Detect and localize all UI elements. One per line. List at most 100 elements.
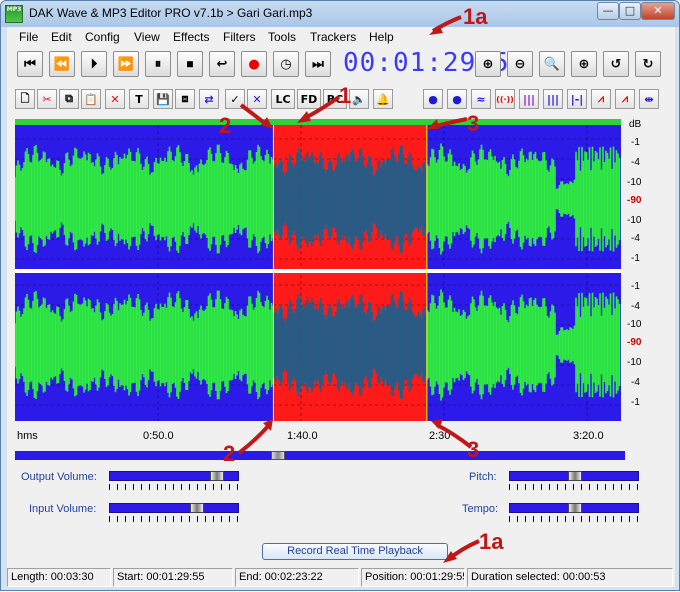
tempo-slider[interactable] [509, 503, 639, 513]
pause-button[interactable]: ⏸ [145, 51, 171, 77]
menu-trackers[interactable]: Trackers [310, 30, 356, 44]
output-volume-label: Output Volume: [21, 471, 97, 483]
output-volume-ticks [109, 484, 239, 490]
pitch-thumb[interactable] [568, 471, 582, 481]
menu-help[interactable]: Help [369, 30, 394, 44]
stop-button[interactable]: ⏹ [177, 51, 203, 77]
menu-view[interactable]: View [134, 30, 160, 44]
check-icon[interactable]: ✓ [225, 89, 245, 109]
time-axis: hms 0:50.0 1:40.0 2:30 3:20.0 [15, 430, 621, 444]
wave-icon[interactable]: ≈ [471, 89, 491, 109]
input-volume-ticks [109, 516, 239, 522]
cancel-icon[interactable]: ✕ [247, 89, 267, 109]
db-tick: -4 [631, 233, 640, 244]
cut-icon[interactable]: ✂ [37, 89, 57, 109]
annotation-label: 1 [339, 83, 352, 108]
status-length: Length: 00:03:30 [7, 568, 111, 587]
stretch-icon[interactable]: ⇹ [639, 89, 659, 109]
pitch-label: Pitch: [469, 471, 497, 483]
fade-out-icon[interactable]: ⩘ [615, 89, 635, 109]
title-bar[interactable]: MP3 DAK Wave & MP3 Editor PRO v7.1b > Ga… [1, 1, 679, 27]
timer-button[interactable]: ◷ [273, 51, 299, 77]
loop-play-button[interactable]: ↩ [209, 51, 235, 77]
output-volume-slider[interactable] [109, 471, 239, 481]
fast-forward-button[interactable]: ⏩ [113, 51, 139, 77]
waveform-display[interactable] [15, 119, 621, 421]
status-end: End: 00:02:23:22 [235, 568, 359, 587]
undo-icon[interactable]: ↺ [603, 51, 629, 77]
pitch-ticks [509, 484, 639, 490]
time-tick: 1:40.0 [287, 430, 318, 442]
menu-tools[interactable]: Tools [268, 30, 296, 44]
normalize-icon[interactable]: ||| [543, 89, 563, 109]
range-icon[interactable]: |-| [567, 89, 587, 109]
tempo-label: Tempo: [462, 503, 499, 515]
speaker-icon[interactable]: 🔈 [349, 89, 369, 109]
zoom-selection-icon[interactable]: ⊕ [571, 51, 597, 77]
menu-file[interactable]: File [19, 30, 38, 44]
time-axis-unit: hms [17, 430, 38, 442]
pitch-slider[interactable] [509, 471, 639, 481]
db-tick: -1 [631, 281, 640, 292]
db-tick: -10 [627, 319, 642, 330]
go-end-button[interactable]: ⏭ [305, 51, 331, 77]
copy-icon[interactable]: ⧉ [59, 89, 79, 109]
status-position: Position: 00:01:29:55 [361, 568, 465, 587]
save-as-icon[interactable]: ⧈ [175, 89, 195, 109]
scroll-thumb[interactable] [271, 451, 285, 460]
horizontal-scrollbar[interactable] [15, 451, 625, 460]
amplify-icon[interactable]: ||| [519, 89, 539, 109]
db-tick: -10 [627, 357, 642, 368]
marker-right-icon[interactable]: ● [447, 89, 467, 109]
time-tick: 0:50.0 [143, 430, 174, 442]
db-tick: -1 [631, 253, 640, 264]
tempo-thumb[interactable] [568, 503, 582, 513]
annotation-label: 1a [463, 4, 488, 29]
db-scale: dB -1 -4 -10 -90 -10 -4 -1 -1 -4 -10 -90… [621, 119, 671, 421]
menu-edit[interactable]: Edit [51, 30, 72, 44]
echo-icon[interactable]: ((·)) [495, 89, 515, 109]
annotation-label: 1a [479, 529, 504, 554]
output-volume-thumb[interactable] [210, 471, 224, 481]
lc-button[interactable]: LC [271, 89, 295, 109]
paste-icon[interactable]: 📋 [81, 89, 101, 109]
fd-button[interactable]: FD [297, 89, 321, 109]
play-button[interactable]: ⏵ [81, 51, 107, 77]
record-real-time-playback-button[interactable]: Record Real Time Playback [262, 543, 448, 560]
annotation-label: 2 [219, 113, 232, 138]
delete-icon[interactable]: ✕ [105, 89, 125, 109]
time-tick: 3:20.0 [573, 430, 604, 442]
db-tick: -10 [627, 177, 642, 188]
bell-icon[interactable]: 🔔 [373, 89, 393, 109]
menu-effects[interactable]: Effects [173, 30, 209, 44]
marker-left-icon[interactable]: ● [423, 89, 443, 109]
close-button[interactable]: ✕ [641, 2, 675, 20]
go-start-button[interactable]: ⏮ [17, 51, 43, 77]
input-volume-slider[interactable] [109, 503, 239, 513]
db-tick: -90 [627, 337, 642, 348]
trim-icon[interactable]: T [129, 89, 149, 109]
input-volume-label: Input Volume: [29, 503, 97, 515]
rewind-button[interactable]: ⏪ [49, 51, 75, 77]
input-volume-thumb[interactable] [190, 503, 204, 513]
zoom-out-icon[interactable]: ⊖ [507, 51, 533, 77]
fade-in-icon[interactable]: ⩘ [591, 89, 611, 109]
minimize-button[interactable]: — [597, 2, 619, 20]
zoom-in-icon[interactable]: ⊕ [475, 51, 501, 77]
db-tick: -4 [631, 157, 640, 168]
menu-filters[interactable]: Filters [223, 30, 256, 44]
maximize-button[interactable]: □ [619, 2, 641, 20]
swap-icon[interactable]: ⇄ [199, 89, 219, 109]
save-icon[interactable]: 💾 [153, 89, 173, 109]
menu-bar: File Edit Config View Effects Filters To… [7, 27, 675, 47]
redo-icon[interactable]: ↻ [635, 51, 661, 77]
record-button[interactable]: ● [241, 51, 267, 77]
status-bar: Length: 00:03:30 Start: 00:01:29:55 End:… [7, 566, 675, 587]
db-tick: -1 [631, 397, 640, 408]
channel-divider [15, 269, 621, 273]
new-icon[interactable]: 🗋 [15, 89, 35, 109]
annotation-label: 2 [223, 441, 236, 466]
menu-config[interactable]: Config [85, 30, 120, 44]
zoom-fit-icon[interactable]: 🔍 [539, 51, 565, 77]
status-start: Start: 00:01:29:55 [113, 568, 233, 587]
